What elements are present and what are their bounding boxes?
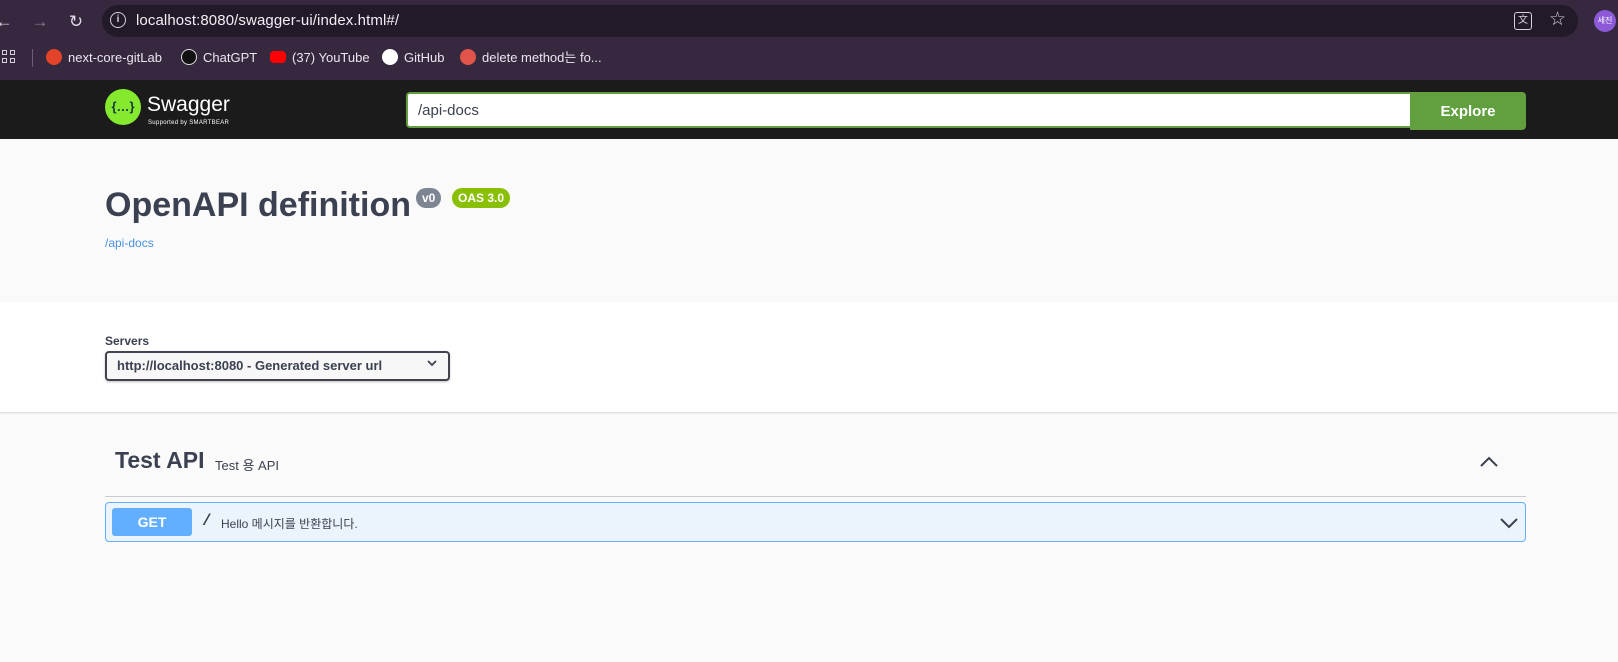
tag-description: Test 용 API: [215, 458, 279, 473]
profile-avatar[interactable]: 세진: [1594, 10, 1616, 32]
translate-icon[interactable]: 文: [1514, 12, 1532, 30]
bookmark-star-icon[interactable]: ☆: [1549, 8, 1566, 31]
tag-divider: [105, 496, 1526, 497]
address-url[interactable]: localhost:8080/swagger-ui/index.html#/: [136, 12, 399, 29]
operation-path: /: [202, 512, 212, 530]
back-icon[interactable]: ←: [0, 10, 16, 34]
chevron-up-icon[interactable]: [1478, 451, 1500, 473]
oas-badge: OAS 3.0: [452, 188, 511, 208]
swagger-logo-icon[interactable]: {…}: [105, 89, 141, 125]
operation-get-root[interactable]: GET / Hello 메시지를 반환합니다.: [105, 502, 1526, 542]
chatgpt-icon: [181, 49, 197, 65]
api-url-input[interactable]: [406, 92, 1410, 128]
operation-summary: Hello 메시지를 반환합니다.: [221, 517, 358, 531]
bookmark-github[interactable]: GitHub: [382, 48, 444, 68]
apps-grid-icon[interactable]: [2, 50, 16, 64]
swagger-brand[interactable]: Swagger: [147, 93, 230, 117]
github-icon: [382, 49, 398, 65]
page-title: OpenAPI definition: [105, 186, 411, 224]
bookmark-gitlab[interactable]: next-core-gitLab: [46, 48, 162, 68]
forward-icon[interactable]: →: [28, 10, 52, 34]
servers-select[interactable]: http://localhost:8080 - Generated server…: [105, 351, 450, 381]
servers-label: Servers: [105, 334, 150, 348]
site-info-icon[interactable]: i: [110, 12, 126, 28]
chevron-down-icon: [426, 357, 438, 372]
bookmark-delete-method[interactable]: delete method는 fo...: [460, 48, 602, 68]
method-badge: GET: [112, 508, 192, 536]
gitlab-icon: [46, 49, 62, 65]
chevron-down-icon[interactable]: [1499, 513, 1519, 533]
explore-button[interactable]: Explore: [1410, 92, 1526, 130]
bookmark-separator: [32, 49, 33, 67]
bookmark-chatgpt[interactable]: ChatGPT: [181, 48, 257, 68]
swagger-brand-sub: Supported by SMARTBEAR: [148, 120, 230, 126]
api-docs-link[interactable]: /api-docs: [105, 236, 154, 250]
youtube-icon: [270, 51, 286, 63]
site-icon: [460, 49, 476, 65]
bookmark-youtube[interactable]: (37) YouTube: [270, 48, 370, 68]
version-badge: v0: [416, 188, 442, 208]
tag-name[interactable]: Test API: [115, 447, 204, 474]
servers-selected-value: http://localhost:8080 - Generated server…: [117, 358, 383, 373]
reload-icon[interactable]: ↻: [64, 10, 88, 34]
address-bar[interactable]: i localhost:8080/swagger-ui/index.html#/…: [102, 5, 1578, 37]
